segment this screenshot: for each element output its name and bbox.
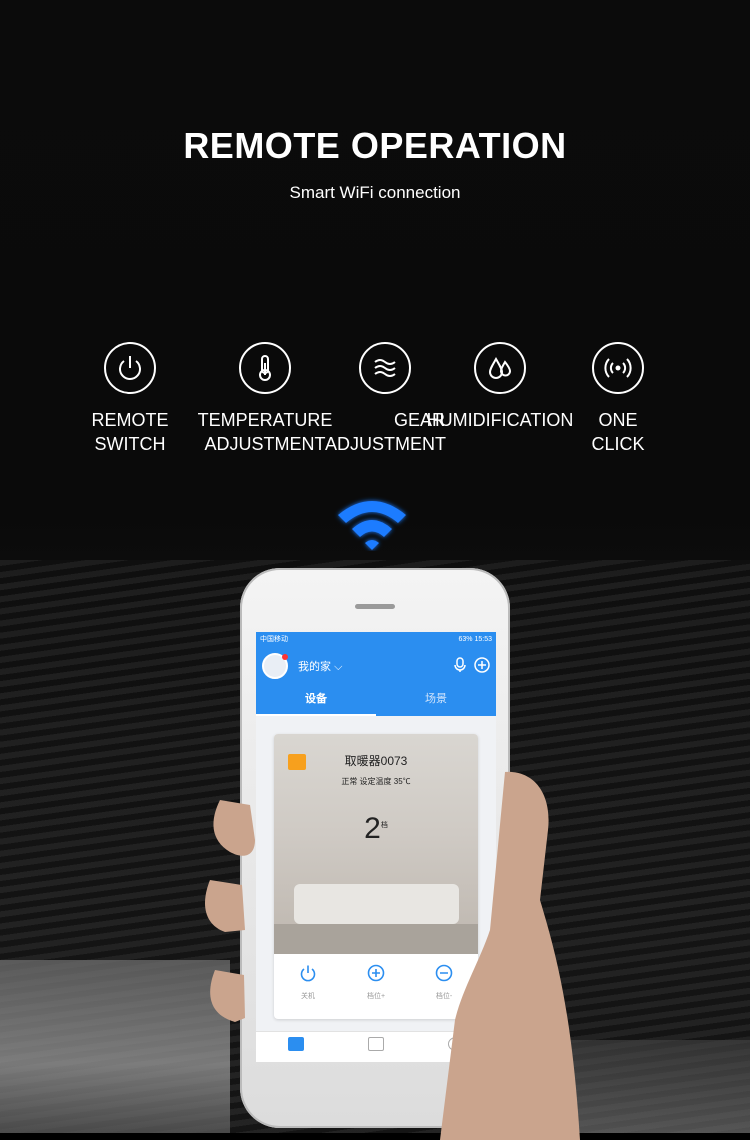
nav-item-store[interactable] (336, 1032, 416, 1062)
device-controls: 关机 档位+ 档位- (274, 956, 478, 1016)
water-drops-icon (474, 342, 526, 394)
app-screen: 中国移动 63% 15:53 我的家 ⌵ 设备 场景 取暖器0073 正常 设定… (256, 632, 496, 1062)
device-card[interactable]: 取暖器0073 正常 设定温度 35℃ 2档 关机 档位+ 档位- (274, 734, 478, 1019)
devices-nav-icon (288, 1037, 304, 1051)
window-right (560, 1040, 750, 1133)
thermometer-icon (239, 342, 291, 394)
window-left (0, 960, 230, 1133)
bottom-nav (256, 1031, 496, 1062)
feature-label: TEMPERATURE ADJUSTMENT (197, 410, 333, 454)
nav-item-me[interactable] (416, 1032, 496, 1062)
control-label: 关机 (301, 993, 315, 1000)
tab-devices[interactable]: 设备 (256, 686, 376, 716)
status-bar: 中国移动 63% 15:53 (256, 632, 496, 646)
home-selector[interactable]: 我的家 ⌵ (298, 658, 342, 674)
level-down-button[interactable]: 档位- (410, 956, 478, 1016)
store-nav-icon (368, 1037, 384, 1051)
app-header: 我的家 ⌵ (256, 646, 496, 686)
avatar[interactable] (262, 653, 288, 679)
level-up-button[interactable]: 档位+ (342, 956, 410, 1016)
wifi-icon (338, 501, 406, 550)
feature-one-click: ONE CLICK (578, 342, 658, 456)
level-unit: 档 (380, 822, 388, 829)
device-name: 取暖器0073 (344, 754, 408, 768)
profile-nav-icon (448, 1037, 464, 1051)
header-tools (454, 656, 490, 676)
plus-circle-icon (367, 964, 385, 982)
feature-label: ONE CLICK (591, 410, 645, 454)
page-subtitle: Smart WiFi connection (289, 183, 461, 202)
tab-scenes[interactable]: 场景 (376, 686, 496, 716)
microphone-icon[interactable] (454, 656, 466, 676)
sofa-decor (294, 884, 459, 924)
feature-remote-switch: REMOTE SWITCH (80, 342, 180, 456)
feature-temperature: TEMPERATURE ADJUSTMENT (190, 342, 340, 456)
phone-speaker (355, 604, 395, 609)
floor-decor (274, 924, 478, 954)
power-off-button[interactable]: 关机 (274, 956, 342, 1016)
power-icon (104, 342, 156, 394)
control-label: 档位+ (366, 993, 386, 1000)
nav-item-devices[interactable] (256, 1032, 336, 1062)
add-icon[interactable] (474, 656, 490, 676)
wind-icon (359, 342, 411, 394)
device-status: 正常 设定温度 35℃ (341, 777, 411, 786)
broadcast-icon (592, 342, 644, 394)
page-title: REMOTE OPERATION (183, 125, 567, 166)
feature-label: HUMIDIFICATION (426, 410, 574, 430)
control-label: 档位- (435, 993, 453, 1000)
phone-mockup: 中国移动 63% 15:53 我的家 ⌵ 设备 场景 取暖器0073 正常 设定… (240, 568, 510, 1128)
battery-label: 63% (458, 635, 473, 643)
chevron-down-icon: ⌵ (334, 661, 343, 673)
level-value: 2 (364, 812, 381, 845)
feature-humidification: HUMIDIFICATION (425, 342, 575, 432)
carrier-label: 中国移动 (260, 636, 288, 643)
status-right: 63% 15:53 (459, 636, 493, 643)
home-label: 我的家 (298, 661, 331, 673)
minus-circle-icon (435, 964, 453, 982)
power-icon (300, 965, 316, 982)
time-label: 15:53 (474, 635, 492, 643)
tab-bar: 设备 场景 (256, 686, 496, 716)
feature-label: REMOTE SWITCH (91, 410, 169, 454)
device-level: 2档 (274, 812, 478, 846)
